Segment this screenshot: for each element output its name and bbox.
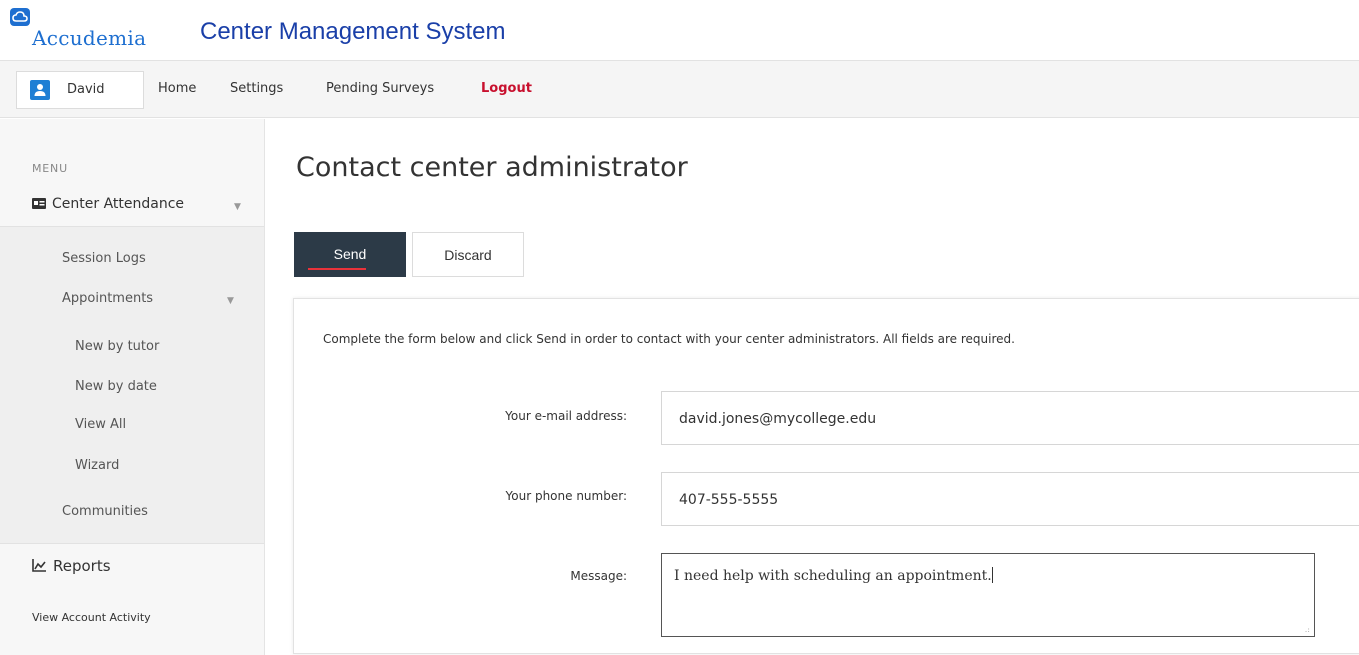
accudemia-logo[interactable]: Accudemia [8,8,188,60]
logo-text: Accudemia [32,26,147,50]
discard-button-label: Discard [444,247,492,263]
sidebar-center-attendance[interactable]: Center Attendance [32,196,184,212]
sidebar-item-new-by-tutor[interactable]: New by tutor [75,339,159,354]
sidebar-reports[interactable]: Reports [32,557,111,575]
sidebar-submenu: Session Logs Appointments ▼ New by tutor… [0,226,264,544]
sidebar-item-new-by-date[interactable]: New by date [75,379,157,394]
sidebar-view-account-activity[interactable]: View Account Activity [32,611,151,624]
app-header: Accudemia Center Management System [0,0,1359,60]
app-title: Center Management System [200,18,506,45]
message-text: I need help with scheduling an appointme… [674,568,992,584]
sidebar-reports-label: Reports [53,557,111,575]
email-value: david.jones@mycollege.edu [679,411,877,427]
email-label: Your e-mail address: [505,409,627,423]
line-chart-icon [32,558,47,572]
message-value: I need help with scheduling an appointme… [674,567,993,584]
sidebar-item-view-all[interactable]: View All [75,417,126,432]
phone-value: 407-555-5555 [679,492,779,508]
sidebar-item-wizard[interactable]: Wizard [75,458,119,473]
email-field[interactable]: david.jones@mycollege.edu [661,391,1359,445]
sidebar-center-attendance-label: Center Attendance [52,196,185,212]
user-name: David [67,82,105,97]
nav-settings-link[interactable]: Settings [230,81,283,96]
menu-heading: MENU [32,162,68,175]
id-card-icon [32,197,46,209]
sidebar-item-session-logs[interactable]: Session Logs [62,251,146,266]
chevron-down-icon: ▼ [227,296,234,306]
sidebar-item-communities[interactable]: Communities [62,504,148,519]
phone-label: Your phone number: [505,489,627,503]
chevron-down-icon: ▼ [234,202,241,212]
contact-form: Complete the form below and click Send i… [293,298,1359,654]
nav-pending-surveys-link[interactable]: Pending Surveys [326,81,434,96]
top-nav: David Home Settings Pending Surveys Logo… [0,60,1359,118]
text-caret [991,567,993,583]
nav-logout-link[interactable]: Logout [481,81,532,96]
user-avatar-icon [30,80,50,100]
resize-grip-icon[interactable]: .: [1305,626,1310,634]
sidebar: MENU Center Attendance ▼ Session Logs Ap… [0,119,265,655]
message-label: Message: [570,569,627,583]
discard-button[interactable]: Discard [412,232,524,277]
send-button[interactable]: Send [294,232,406,277]
send-button-underline [308,268,366,270]
page-title: Contact center administrator [296,152,688,183]
cloud-icon [10,8,30,26]
user-menu[interactable]: David [16,71,144,109]
message-textarea[interactable]: I need help with scheduling an appointme… [661,553,1315,637]
nav-home-link[interactable]: Home [158,81,196,96]
form-instructions: Complete the form below and click Send i… [323,332,1015,346]
sidebar-item-appointments[interactable]: Appointments [62,291,153,306]
send-button-label: Send [333,246,367,262]
phone-field[interactable]: 407-555-5555 [661,472,1359,526]
